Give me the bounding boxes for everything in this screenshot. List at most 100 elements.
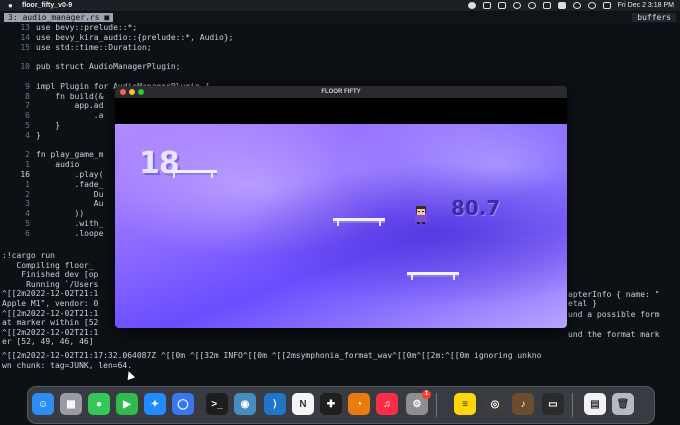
wifi-icon[interactable] (572, 2, 581, 9)
cloud-icon[interactable] (512, 2, 521, 9)
terminal-window-icon[interactable]: ▭ (542, 393, 564, 415)
dock-glyph: ♫ (383, 398, 391, 410)
code-line[interactable]: 1 .fade_ (0, 180, 103, 189)
dock-glyph: ▦ (66, 398, 76, 410)
messages-icon[interactable]: ● (88, 393, 110, 415)
line-number: 5 (25, 219, 30, 228)
line-number: 9 (25, 81, 30, 91)
console-line: :!cargo run (2, 251, 55, 260)
keyboard-icon[interactable] (542, 2, 551, 9)
line-number: 1 (25, 160, 30, 170)
line-code: )) (36, 209, 85, 219)
code-line[interactable]: 4} (0, 131, 41, 140)
notes-icon[interactable]: ≡ (454, 393, 476, 415)
menubar-clock[interactable]: Fri Dec 2 3:18 PM (618, 0, 674, 11)
notion-icon[interactable]: N (292, 393, 314, 415)
console-line: ^[[2m2022-12-02T21:1 (2, 327, 99, 337)
record-icon[interactable] (467, 2, 476, 9)
code-line[interactable]: 6 .a (0, 111, 103, 120)
tab-audio-manager[interactable]: 3: audio_manager.rs ■ (4, 13, 114, 22)
dock-glyph: ♪ (520, 398, 526, 410)
terminal-icon[interactable]: >_ (206, 393, 228, 415)
line-number: 6 (25, 111, 30, 121)
code-line[interactable]: 16 .play( (0, 170, 103, 179)
code-line[interactable] (0, 52, 36, 61)
code-line[interactable]: 2 fn play_game_m (0, 150, 103, 159)
instruments-icon[interactable]: ♪ (512, 393, 534, 415)
console-line: Finished dev [op (2, 270, 99, 280)
dock-glyph: ⟩ (273, 398, 277, 410)
search-icon[interactable] (587, 2, 596, 9)
dock-glyph: ◎ (490, 398, 500, 410)
code-line[interactable]: 7 app.ad (0, 101, 103, 110)
line-number: 15 (20, 42, 30, 52)
code-line[interactable]: 2 Du (0, 190, 103, 199)
dock-glyph: ◔ (355, 398, 363, 410)
vscode-icon[interactable]: ⟩ (264, 393, 286, 415)
code-line[interactable]: 14 use bevy_kira_audio::{prelude::*, Audi… (0, 33, 233, 42)
code-line[interactable]: 5 .with_ (0, 219, 103, 228)
console-line: er [52, 49, 46, 46] (2, 337, 94, 347)
dock-glyph: ▭ (548, 398, 558, 410)
game-window[interactable]: FLOOR FIFTY 18 80.7 (115, 86, 567, 328)
close-button[interactable] (120, 89, 126, 95)
dock-glyph: ☺ (37, 398, 49, 410)
code-line[interactable]: 15 use std::time::Duration; (0, 42, 151, 52)
code-line[interactable]: 1 audio (0, 160, 79, 169)
launchpad-icon[interactable]: ▦ (60, 393, 82, 415)
quicktime-icon[interactable]: ◎ (484, 393, 506, 415)
code-line[interactable]: 6 .loope (0, 229, 103, 238)
dock-glyph: ◉ (240, 398, 250, 410)
signal-icon[interactable]: ◯ (172, 393, 194, 415)
console-line-tail: und a possible form (568, 310, 660, 319)
minimize-button[interactable] (129, 89, 135, 95)
code-line[interactable]: 5 } (0, 121, 60, 130)
line-number: 1 (25, 179, 30, 189)
apple-menu-icon[interactable]: ● (8, 0, 13, 11)
battery-icon[interactable] (557, 2, 566, 9)
music-icon[interactable]: ♫ (376, 393, 398, 415)
line-number: 2 (25, 150, 30, 160)
code-line[interactable] (0, 72, 36, 81)
line-code: } (36, 130, 41, 140)
line-code: fn build(& (36, 91, 104, 101)
line-code: .fade_ (36, 179, 104, 189)
code-line[interactable]: 3 Au (0, 199, 103, 208)
line-code: .play( (36, 170, 104, 179)
facetime-icon[interactable]: ▶ (116, 393, 138, 415)
finder-icon[interactable]: ☺ (32, 393, 54, 415)
active-app-title[interactable]: floor_fifty_v0-9 (22, 0, 72, 11)
code-line[interactable]: 10 pub struct AudioManagerPlugin; (0, 62, 180, 71)
platform (407, 272, 459, 280)
code-line[interactable]: 4 )) (0, 209, 84, 218)
screen-icon[interactable] (497, 2, 506, 9)
line-code: fn play_game_m (36, 150, 104, 160)
godot-icon[interactable]: ◉ (234, 393, 256, 415)
platform (333, 218, 385, 226)
game-window-titlebar[interactable]: FLOOR FIFTY (115, 86, 567, 98)
safari-icon[interactable]: ✦ (144, 393, 166, 415)
document-icon[interactable]: ▤ (584, 393, 606, 415)
code-line[interactable]: 8 fn build(& (0, 92, 103, 101)
dock-glyph: ▤ (590, 398, 600, 410)
dock-divider (436, 393, 437, 417)
code-line[interactable]: 13 use bevy::prelude::*; (0, 23, 137, 32)
control-center-icon[interactable] (602, 2, 611, 9)
maximize-button[interactable] (138, 89, 144, 95)
system-settings-icon[interactable]: ⚙ 1 (406, 390, 431, 415)
mouse-cursor (124, 369, 136, 381)
code-line[interactable] (0, 141, 36, 150)
trash-icon[interactable]: 🗑 (612, 393, 634, 415)
console-line: at marker within [52 (2, 318, 99, 328)
figma-icon[interactable]: ✚ (320, 393, 342, 415)
display-icon[interactable] (482, 2, 491, 9)
buffers-button[interactable]: buffers (632, 13, 676, 22)
blender-icon[interactable]: ◔ (348, 393, 370, 415)
headphones-icon[interactable] (527, 2, 536, 9)
game-canvas[interactable]: 18 80.7 (115, 124, 567, 328)
console-line: Running `/Users (2, 279, 99, 289)
line-number: 8 (25, 91, 30, 101)
line-number: 2 (25, 189, 30, 199)
platform (169, 170, 217, 178)
tab-label: 3: audio_manager.rs (8, 13, 100, 22)
